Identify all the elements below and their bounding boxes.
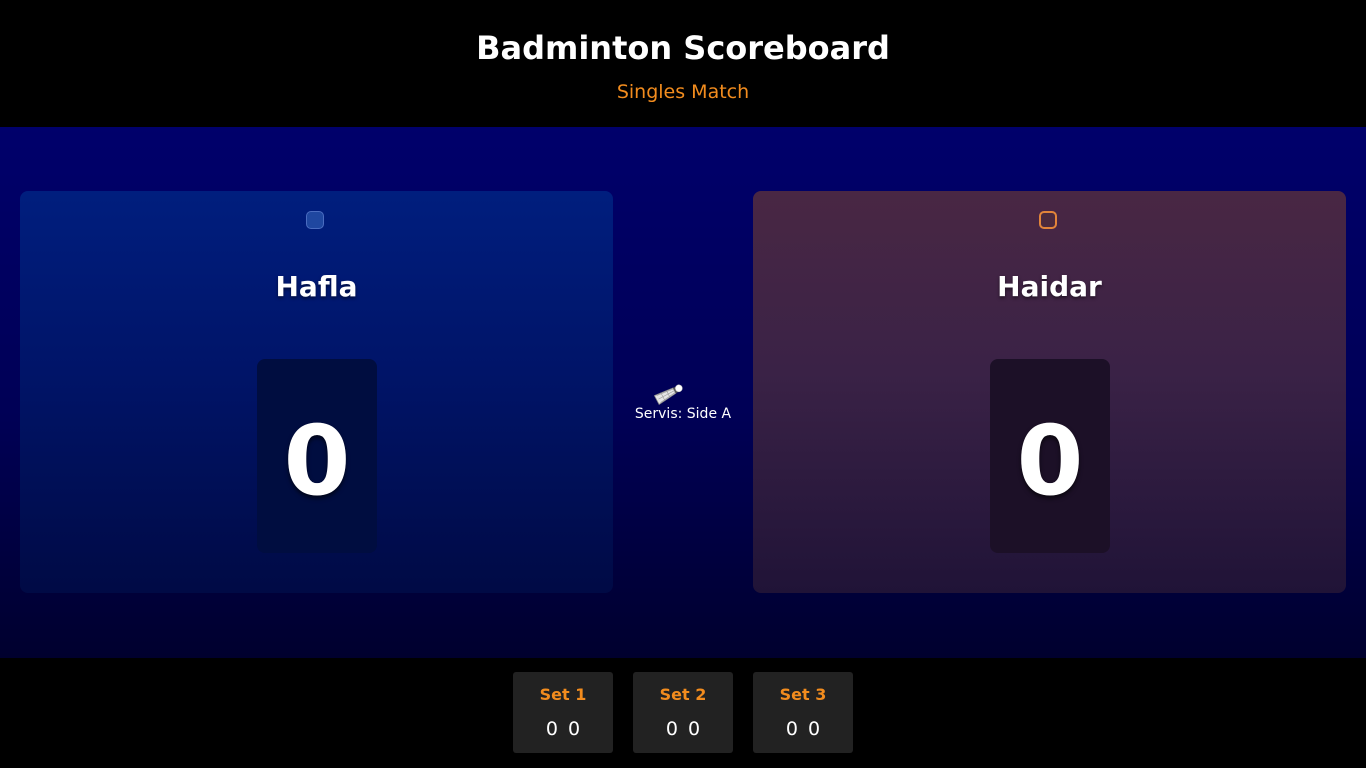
serve-indicator-a <box>306 211 324 229</box>
set-card-1: Set 1 00 <box>513 672 613 753</box>
player-name-b: Haidar <box>997 270 1102 303</box>
match-type-subtitle: Singles Match <box>616 81 750 103</box>
set-score-b: 0 <box>808 718 821 740</box>
player-name-a: Hafla <box>275 270 358 303</box>
serve-status: Servis: Side A <box>613 379 753 429</box>
sets-bar: Set 1 00 Set 2 00 Set 3 00 <box>0 658 1366 768</box>
score-box-b[interactable]: 0 <box>990 359 1110 553</box>
score-box-a[interactable]: 0 <box>257 359 377 553</box>
player-panel-a[interactable]: Hafla 0 <box>20 191 613 593</box>
set-card-3: Set 3 00 <box>753 672 853 753</box>
serve-indicator-b <box>1039 211 1057 229</box>
set-label: Set 1 <box>539 685 587 704</box>
shuttlecock-icon <box>653 384 683 406</box>
serve-text: Servis: Side A <box>634 406 732 422</box>
set-card-2: Set 2 00 <box>633 672 733 753</box>
header: Badminton Scoreboard Singles Match <box>0 0 1366 127</box>
set-score-b: 0 <box>568 718 581 740</box>
score-value-b: 0 <box>1016 405 1084 517</box>
set-score-a: 0 <box>545 718 558 740</box>
set-label: Set 2 <box>659 685 707 704</box>
court-area: Hafla 0 Servis: Side A Haidar 0 <box>0 127 1366 658</box>
set-score-a: 0 <box>665 718 678 740</box>
set-scores: 00 <box>633 717 733 741</box>
page-title: Badminton Scoreboard <box>476 29 890 67</box>
set-score-b: 0 <box>688 718 701 740</box>
set-scores: 00 <box>513 717 613 741</box>
set-score-a: 0 <box>785 718 798 740</box>
score-value-a: 0 <box>283 405 351 517</box>
player-panel-b[interactable]: Haidar 0 <box>753 191 1346 593</box>
set-scores: 00 <box>753 717 853 741</box>
set-label: Set 3 <box>779 685 827 704</box>
